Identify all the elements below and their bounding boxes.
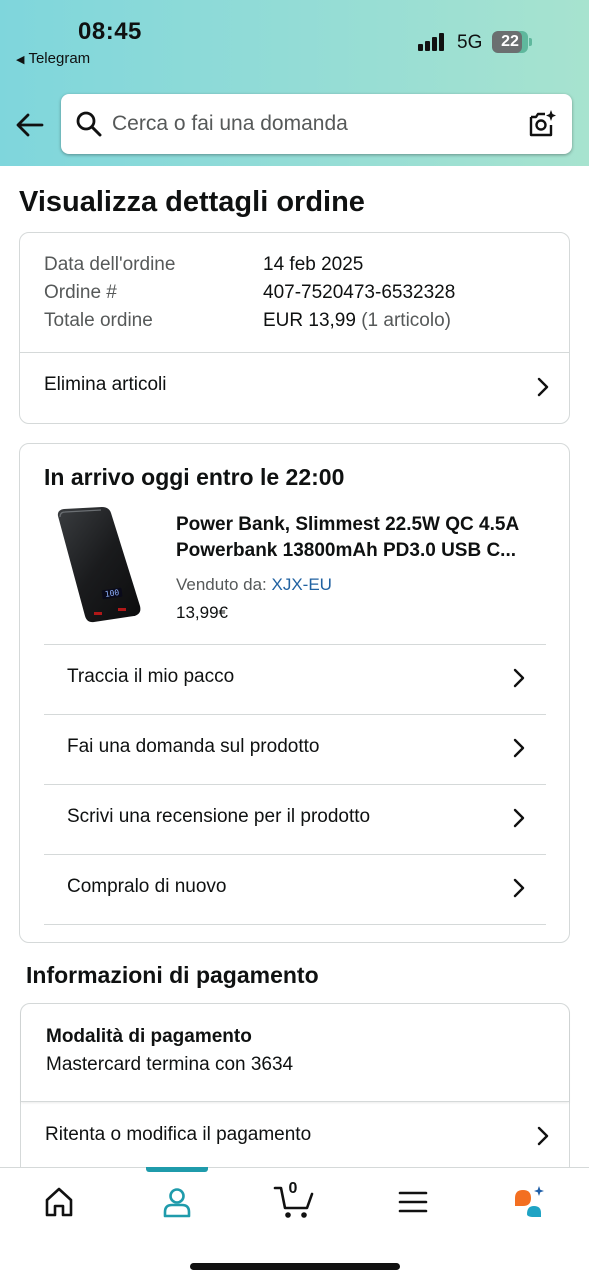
sold-by-label: Venduto da: — [176, 575, 267, 594]
write-review-label: Scrivi una recensione per il prodotto — [67, 806, 371, 827]
back-triangle-icon: ◀ — [16, 54, 25, 66]
order-number-value: 407-7520473-6532328 — [263, 282, 456, 303]
write-review-row[interactable]: Scrivi una recensione per il prodotto — [44, 785, 546, 854]
order-total-value: EUR 13,99 — [263, 310, 356, 331]
delete-items-label: Elimina articoli — [44, 374, 167, 395]
payment-method-value: Mastercard termina con 3634 — [46, 1054, 294, 1075]
track-package-row[interactable]: Traccia il mio pacco — [44, 645, 546, 714]
chevron-right-icon — [513, 738, 525, 758]
order-item-count: (1 articolo) — [361, 310, 451, 331]
shipment-card: In arrivo oggi entro le 22:00 100 Power … — [19, 443, 570, 943]
product-title[interactable]: Power Bank, Slimmest 22.5W QC 4.5A Power… — [176, 512, 548, 564]
seller-link[interactable]: XJX-EU — [272, 575, 332, 594]
buy-again-row[interactable]: Compralo di nuovo — [44, 855, 546, 924]
camera-search-icon[interactable] — [526, 108, 558, 140]
chevron-right-icon — [513, 878, 525, 898]
network-type: 5G — [457, 32, 483, 53]
payment-method-box: Modalità di pagamento Mastercard termina… — [21, 1004, 569, 1102]
chevron-right-icon — [537, 377, 549, 397]
signal-icon — [418, 33, 448, 51]
order-date-value: 14 feb 2025 — [263, 254, 364, 275]
payment-method-label: Modalità di pagamento — [46, 1026, 252, 1047]
search-icon — [76, 111, 102, 137]
status-time: 08:45 — [78, 18, 142, 45]
account-tab-icon[interactable] — [159, 1184, 195, 1220]
battery-icon: 22 — [492, 31, 532, 53]
chevron-right-icon — [537, 1126, 549, 1146]
rufus-assistant-icon[interactable] — [511, 1184, 547, 1220]
ask-question-label: Fai una domanda sul prodotto — [67, 736, 320, 757]
order-summary-card: Data dell'ordine 14 feb 2025 Ordine # 40… — [19, 232, 570, 424]
payment-section-title: Informazioni di pagamento — [26, 962, 319, 988]
order-date-label: Data dell'ordine — [44, 254, 176, 275]
buy-again-label: Compralo di nuovo — [67, 876, 227, 897]
battery-level: 22 — [501, 33, 519, 50]
product-title-line2: Powerbank 13800mAh PD3.0 USB C... — [176, 540, 517, 561]
active-tab-indicator — [146, 1167, 208, 1172]
retry-payment-row[interactable]: Ritenta o modifica il pagamento — [21, 1103, 569, 1169]
product-title-line1: Power Bank, Slimmest 22.5W QC 4.5A — [176, 514, 520, 535]
search-input[interactable]: Cerca o fai una domanda — [112, 112, 348, 136]
ask-question-row[interactable]: Fai una domanda sul prodotto — [44, 715, 546, 784]
cart-icon — [273, 1186, 314, 1218]
delete-items-row[interactable]: Elimina articoli — [20, 353, 569, 423]
sold-by: Venduto da: XJX-EU — [176, 575, 332, 595]
back-arrow-icon[interactable] — [14, 110, 46, 140]
order-total-label: Totale ordine — [44, 310, 153, 331]
back-to-app-link[interactable]: ◀ Telegram — [16, 50, 90, 67]
order-number-label: Ordine # — [44, 282, 117, 303]
bottom-tab-bar: 0 — [0, 1167, 589, 1280]
product-price: 13,99€ — [176, 603, 228, 622]
track-package-label: Traccia il mio pacco — [67, 666, 235, 687]
app-header: 08:45 ◀ Telegram 5G 22 Cerca o fai una do… — [0, 0, 589, 166]
chevron-right-icon — [513, 808, 525, 828]
menu-tab-icon[interactable] — [395, 1184, 431, 1220]
retry-payment-label: Ritenta o modifica il pagamento — [45, 1124, 312, 1145]
cart-tab[interactable]: 0 — [273, 1180, 315, 1222]
chevron-right-icon — [513, 668, 525, 688]
page-title: Visualizza dettagli ordine — [19, 186, 365, 218]
divider — [44, 924, 546, 925]
home-tab-icon[interactable] — [41, 1184, 77, 1220]
product-image[interactable]: 100 — [54, 506, 144, 624]
search-bar[interactable]: Cerca o fai una domanda — [61, 94, 572, 154]
delivery-status-title: In arrivo oggi entro le 22:00 — [44, 464, 345, 490]
home-indicator — [190, 1263, 400, 1270]
back-app-label: Telegram — [28, 50, 91, 67]
